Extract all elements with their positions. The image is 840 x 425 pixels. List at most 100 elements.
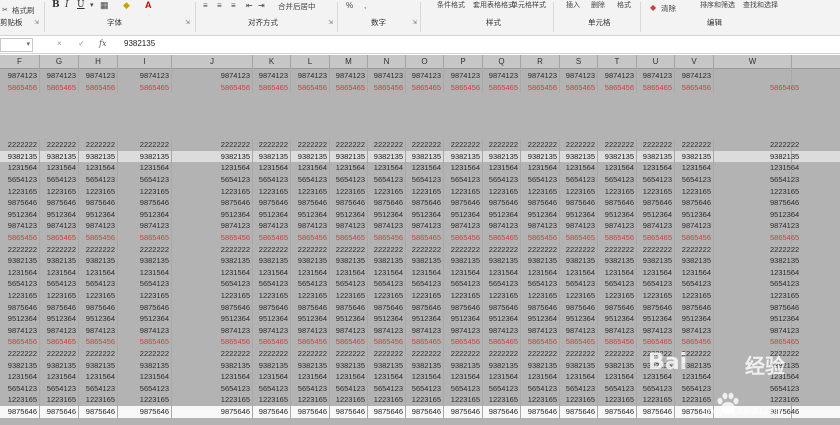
- cell-n[interactable]: 1231564: [368, 371, 406, 383]
- cell-p[interactable]: 9382135: [444, 150, 483, 163]
- cell-r[interactable]: 9875646: [521, 197, 560, 209]
- cell-f[interactable]: 9874123: [0, 70, 40, 82]
- align-right-icon[interactable]: ≡: [231, 1, 236, 10]
- cell-h[interactable]: 9875646: [79, 197, 118, 209]
- cell-p[interactable]: 2222222: [444, 139, 483, 151]
- cell-q[interactable]: 1231564: [483, 371, 521, 383]
- name-box-dropdown-icon[interactable]: ▾: [26, 40, 30, 48]
- cell-i[interactable]: 9874123: [118, 220, 172, 232]
- cell-p[interactable]: 1231564: [444, 266, 483, 279]
- cell-l[interactable]: 9874123: [291, 324, 330, 337]
- cell-j[interactable]: 1231564: [172, 162, 253, 174]
- cell-k[interactable]: 5865465: [253, 81, 291, 94]
- cell-v[interactable]: 9875646: [675, 197, 714, 209]
- column-header-f[interactable]: F: [0, 55, 40, 69]
- cell-r[interactable]: 5654123: [521, 278, 560, 290]
- cell-m[interactable]: 5865465: [330, 232, 368, 244]
- cell-s[interactable]: 9382135: [560, 150, 598, 163]
- alignment-launcher-icon[interactable]: ⇲: [328, 19, 333, 26]
- cell-q[interactable]: 9382135: [483, 150, 521, 163]
- cell-r[interactable]: 5865456: [521, 336, 560, 348]
- cell-h[interactable]: 5865456: [79, 232, 118, 244]
- cell-i[interactable]: 9875646: [118, 406, 172, 418]
- cell-o[interactable]: 1231564: [406, 371, 444, 383]
- cell-s[interactable]: 9875646: [560, 301, 598, 314]
- table-format-button[interactable]: 套用表格格式: [473, 0, 515, 10]
- cell-o[interactable]: 9874123: [406, 220, 444, 232]
- cell-f[interactable]: 9512364: [0, 313, 40, 325]
- cell-o[interactable]: 2222222: [406, 348, 444, 360]
- cell-j[interactable]: 5865456: [172, 81, 253, 94]
- cell-m[interactable]: 1223165: [330, 290, 368, 302]
- cell-f[interactable]: 5865456: [0, 336, 40, 348]
- eraser-icon[interactable]: ◆: [650, 3, 656, 12]
- cell-t[interactable]: 2222222: [598, 243, 637, 256]
- align-left-icon[interactable]: ≡: [203, 1, 208, 10]
- cell-f[interactable]: 9875646: [0, 301, 40, 314]
- cell-f[interactable]: 9874123: [0, 324, 40, 337]
- cell-n[interactable]: 1231564: [368, 266, 406, 279]
- cell-o[interactable]: 9875646: [406, 197, 444, 209]
- cell-l[interactable]: 1231564: [291, 266, 330, 279]
- cell-n[interactable]: 9512364: [368, 208, 406, 221]
- cell-q[interactable]: 9874123: [483, 70, 521, 82]
- cell-m[interactable]: 1231564: [330, 162, 368, 174]
- cell-o[interactable]: 9382135: [406, 150, 444, 163]
- cell-v[interactable]: 1223165: [675, 290, 714, 302]
- cell-w[interactable]: 5865465: [714, 81, 799, 94]
- cell-m[interactable]: 9874123: [330, 220, 368, 232]
- cell-t[interactable]: 9875646: [598, 301, 637, 314]
- name-box[interactable]: ▾: [0, 38, 33, 52]
- cell-q[interactable]: 5654123: [483, 382, 521, 395]
- cell-u[interactable]: 9875646: [637, 197, 675, 209]
- column-header-i[interactable]: I: [118, 55, 172, 69]
- cell-q[interactable]: 9512364: [483, 208, 521, 221]
- column-header-j[interactable]: J: [172, 55, 253, 69]
- cell-v[interactable]: 5654123: [675, 382, 714, 395]
- cell-r[interactable]: 9382135: [521, 255, 560, 267]
- cell-p[interactable]: 5654123: [444, 174, 483, 186]
- cell-u[interactable]: 1223165: [637, 394, 675, 406]
- cell-j[interactable]: 9875646: [172, 406, 253, 418]
- formula-input[interactable]: 9382135: [124, 39, 155, 48]
- cell-s[interactable]: 5865465: [560, 81, 598, 94]
- cell-o[interactable]: 9874123: [406, 324, 444, 337]
- cell-q[interactable]: 1231564: [483, 266, 521, 279]
- cell-w[interactable]: 1223165: [714, 185, 799, 198]
- cell-styles-button[interactable]: 单元格样式: [511, 0, 546, 10]
- cell-n[interactable]: 5654123: [368, 174, 406, 186]
- cell-h[interactable]: 9382135: [79, 150, 118, 163]
- cell-h[interactable]: 9382135: [79, 359, 118, 372]
- cell-p[interactable]: 1231564: [444, 371, 483, 383]
- cell-t[interactable]: 1223165: [598, 394, 637, 406]
- cell-s[interactable]: 9875646: [560, 197, 598, 209]
- cell-t[interactable]: 5654123: [598, 174, 637, 186]
- cell-i[interactable]: 1231564: [118, 371, 172, 383]
- cell-q[interactable]: 9382135: [483, 359, 521, 372]
- cell-v[interactable]: 9874123: [675, 324, 714, 337]
- cell-m[interactable]: 9382135: [330, 255, 368, 267]
- cell-g[interactable]: 9875646: [40, 406, 79, 418]
- cell-q[interactable]: 2222222: [483, 348, 521, 360]
- cell-i[interactable]: 9875646: [118, 301, 172, 314]
- insert-button[interactable]: 插入: [566, 0, 580, 10]
- cell-k[interactable]: 1223165: [253, 185, 291, 198]
- cell-h[interactable]: 1231564: [79, 371, 118, 383]
- cell-j[interactable]: 2222222: [172, 243, 253, 256]
- cell-j[interactable]: 1223165: [172, 185, 253, 198]
- cell-l[interactable]: 1223165: [291, 290, 330, 302]
- cell-h[interactable]: 2222222: [79, 243, 118, 256]
- cell-q[interactable]: 1231564: [483, 162, 521, 174]
- cell-j[interactable]: 2222222: [172, 139, 253, 151]
- cell-u[interactable]: 1231564: [637, 266, 675, 279]
- cell-j[interactable]: 9874123: [172, 70, 253, 82]
- cell-u[interactable]: 9874123: [637, 70, 675, 82]
- cell-q[interactable]: 1223165: [483, 394, 521, 406]
- cell-g[interactable]: 5654123: [40, 174, 79, 186]
- cell-j[interactable]: 1223165: [172, 394, 253, 406]
- cell-r[interactable]: 1231564: [521, 162, 560, 174]
- cell-w[interactable]: 9512364: [714, 313, 799, 325]
- cell-n[interactable]: 2222222: [368, 139, 406, 151]
- cell-o[interactable]: 9382135: [406, 255, 444, 267]
- italic-button[interactable]: I: [65, 0, 69, 10]
